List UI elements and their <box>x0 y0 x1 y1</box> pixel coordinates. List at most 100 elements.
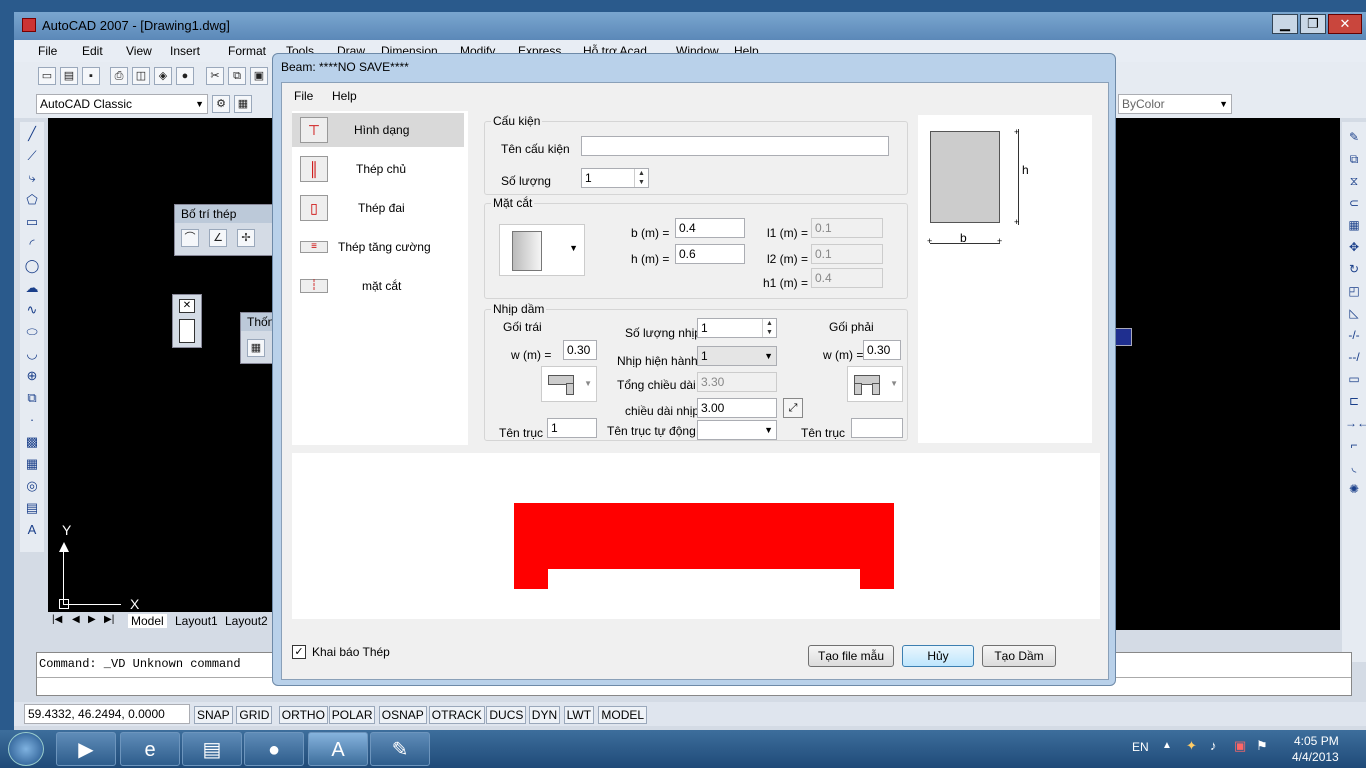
offset-icon[interactable]: ⊂ <box>1345 196 1363 214</box>
huy-button[interactable]: Hủy <box>902 645 974 667</box>
so-luong-nhip-stepper[interactable]: 1 ▲ ▼ <box>697 318 777 338</box>
break-icon[interactable]: ⊏ <box>1345 394 1363 412</box>
rebar-line-icon[interactable]: ∠ <box>209 229 227 247</box>
spin-updown-icon[interactable]: ▲ ▼ <box>634 169 648 187</box>
tab-prev-icon[interactable]: ◀ <box>72 614 80 625</box>
file-explorer-icon[interactable]: ▤ <box>182 732 242 766</box>
copy-icon[interactable]: ⧉ <box>1345 152 1363 170</box>
gradient-icon[interactable]: ▦ <box>23 456 41 474</box>
line-icon[interactable]: ╱ <box>23 126 41 144</box>
break-point-icon[interactable]: ▭ <box>1345 372 1363 390</box>
media-player-icon[interactable]: ▶ <box>56 732 116 766</box>
rectangle-icon[interactable]: ▭ <box>23 214 41 232</box>
trim-icon[interactable]: -/- <box>1345 328 1363 346</box>
spin-updown-icon[interactable]: ▲ ▼ <box>762 319 776 337</box>
polygon-icon[interactable]: ⬠ <box>23 192 41 210</box>
status-snap-button[interactable]: SNAP <box>194 706 233 724</box>
polyline-icon[interactable]: ⤷ <box>23 170 41 188</box>
tray-app-icon[interactable]: ✦ <box>1186 738 1197 754</box>
paint-icon[interactable]: ✎ <box>370 732 430 766</box>
tong-chieu-dai-input[interactable]: 3.30 <box>697 372 777 392</box>
3d-dwf-icon[interactable]: ● <box>176 67 194 85</box>
tab-layout2[interactable]: Layout2 <box>222 614 271 628</box>
start-orb-icon[interactable] <box>8 732 44 766</box>
fillet-icon[interactable]: ◟ <box>1345 460 1363 478</box>
tao-file-mau-button[interactable]: Tạo file mẫu <box>808 645 894 667</box>
menu-item-insert[interactable]: Insert <box>170 44 200 58</box>
tab-next-icon[interactable]: ▶ <box>88 614 96 625</box>
point-icon[interactable]: · <box>23 412 41 430</box>
rebar-section-icon[interactable]: ✢ <box>237 229 255 247</box>
ten-truc-right-input[interactable] <box>851 418 903 438</box>
stats-icon[interactable]: ▦ <box>247 339 265 357</box>
status-otrack-button[interactable]: OTRACK <box>428 706 485 724</box>
khai-bao-thep-checkbox[interactable]: ✓ <box>292 645 306 659</box>
action-center-icon[interactable]: ⚑ <box>1256 738 1268 754</box>
nav-item-hinh-dang[interactable]: ⊤ Hình dạng <box>292 113 464 147</box>
chamfer-icon[interactable]: ⌐ <box>1345 438 1363 456</box>
erase-icon[interactable]: ✎ <box>1345 130 1363 148</box>
left-support-select[interactable]: ▼ <box>541 366 597 402</box>
workspace-settings-icon[interactable]: ⚙ <box>212 95 230 113</box>
xline-icon[interactable]: ⟋ <box>23 148 41 166</box>
join-icon[interactable]: →← <box>1345 416 1366 434</box>
minimize-button[interactable]: ▁ <box>1272 14 1298 34</box>
arc-icon[interactable]: ◜ <box>23 236 41 254</box>
l2-input[interactable]: 0.1 <box>811 244 883 264</box>
ten-cau-kien-input[interactable] <box>581 136 889 156</box>
spline-icon[interactable]: ∿ <box>23 302 41 320</box>
status-ducs-button[interactable]: DUCS <box>486 706 527 724</box>
mirror-icon[interactable]: ⧖ <box>1345 174 1363 192</box>
cut-icon[interactable]: ✂ <box>206 67 224 85</box>
move-icon[interactable]: ✥ <box>1345 240 1363 258</box>
chieu-dai-nhip-input[interactable]: 3.00 <box>697 398 777 418</box>
status-dyn-button[interactable]: DYN <box>528 706 561 724</box>
w-left-input[interactable]: 0.30 <box>563 340 597 360</box>
workspace-save-icon[interactable]: ▦ <box>234 95 252 113</box>
tao-dam-button[interactable]: Tạo Dầm <box>982 645 1056 667</box>
ellipse-icon[interactable]: ⬭ <box>23 324 41 342</box>
ellipse-arc-icon[interactable]: ◡ <box>23 346 41 364</box>
scale-icon[interactable]: ◰ <box>1345 284 1363 302</box>
status-ortho-button[interactable]: ORTHO <box>278 706 328 724</box>
menu-item-file[interactable]: File <box>38 44 57 58</box>
rotate-icon[interactable]: ↻ <box>1345 262 1363 280</box>
dialog-menu-file[interactable]: File <box>294 89 313 103</box>
open-icon[interactable]: ▤ <box>60 67 78 85</box>
make-block-icon[interactable]: ⧉ <box>23 390 41 408</box>
insert-block-icon[interactable]: ⊕ <box>23 368 41 386</box>
status-grid-button[interactable]: GRID <box>236 706 273 724</box>
nav-item-mat-cat[interactable]: ┆ mặt cắt <box>292 269 464 303</box>
nhip-hien-hanh-select[interactable]: 1 ▼ <box>697 346 777 366</box>
circle-icon[interactable]: ◯ <box>23 258 41 276</box>
close-icon[interactable]: ✕ <box>179 299 195 313</box>
menu-item-view[interactable]: View <box>126 44 152 58</box>
section-type-select[interactable]: ▼ <box>499 224 585 276</box>
show-hidden-icon[interactable]: ▲ <box>1162 740 1172 751</box>
menu-item-edit[interactable]: Edit <box>82 44 103 58</box>
status-polar-button[interactable]: POLAR <box>328 706 376 724</box>
internet-explorer-icon[interactable]: e <box>120 732 180 766</box>
dialog-menu-help[interactable]: Help <box>332 89 357 103</box>
h1-input[interactable]: 0.4 <box>811 268 883 288</box>
publish-icon[interactable]: ◈ <box>154 67 172 85</box>
tab-layout1[interactable]: Layout1 <box>172 614 221 628</box>
paste-icon[interactable]: ▣ <box>250 67 268 85</box>
close-button[interactable]: ✕ <box>1328 14 1362 34</box>
status-osnap-button[interactable]: OSNAP <box>378 706 427 724</box>
status-model-button[interactable]: MODEL <box>598 706 648 724</box>
ten-truc-tu-dong-select[interactable]: ▼ <box>697 420 777 440</box>
table-icon[interactable]: ▤ <box>23 500 41 518</box>
language-indicator[interactable]: EN <box>1132 740 1149 754</box>
copy-clip-icon[interactable]: ⧉ <box>228 67 246 85</box>
nav-item-thep-chu[interactable]: ║ Thép chủ <box>292 152 464 186</box>
plot-icon[interactable]: ⎙ <box>110 67 128 85</box>
extend-icon[interactable]: --/ <box>1345 350 1363 368</box>
stretch-icon[interactable]: ◺ <box>1345 306 1363 324</box>
tab-last-icon[interactable]: ▶| <box>104 614 114 625</box>
new-icon[interactable]: ▭ <box>38 67 56 85</box>
h-input[interactable]: 0.6 <box>675 244 745 264</box>
right-support-select[interactable]: ▼ <box>847 366 903 402</box>
status-lwt-button[interactable]: LWT <box>563 706 595 724</box>
firefox-icon[interactable]: ● <box>244 732 304 766</box>
